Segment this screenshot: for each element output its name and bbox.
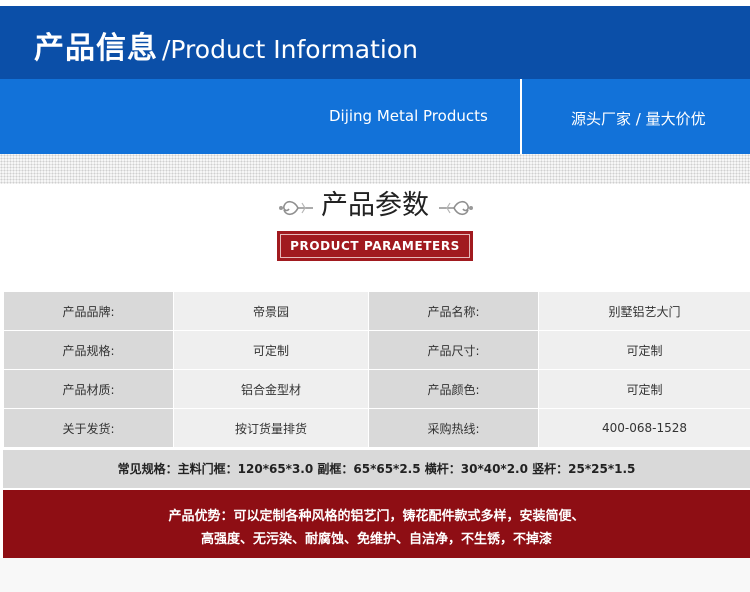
param-label: 产品品牌: (3, 291, 174, 331)
band-divider (520, 79, 522, 154)
factory-slogan: 源头厂家 / 量大价优 (571, 110, 706, 128)
section-title: 产品参数 (321, 190, 429, 221)
page-title-cn: 产品信息 (34, 31, 158, 66)
param-label: 产品尺寸: (368, 330, 539, 370)
advantage-banner: 产品优势：可以定制各种风格的铝艺门，铸花配件款式多样，安装简便、 高强度、无污染… (3, 490, 750, 558)
param-value: 可定制 (173, 330, 369, 370)
hotline-number: 400-068-1528 (538, 408, 750, 448)
section-badge: PRODUCT PARAMETERS (277, 231, 473, 261)
param-label: 关于发货: (3, 408, 174, 448)
params-table: 产品品牌: 帝景园 产品名称: 别墅铝艺大门 产品规格: 可定制 产品尺寸: 可… (3, 291, 750, 448)
param-label: 采购热线: (368, 408, 539, 448)
table-row: 产品材质: 铝合金型材 产品颜色: 可定制 (3, 369, 750, 409)
advantage-line-1: 产品优势：可以定制各种风格的铝艺门，铸花配件款式多样，安装简便、 (168, 509, 585, 524)
param-value: 按订货量排货 (173, 408, 369, 448)
table-row: 产品品牌: 帝景园 产品名称: 别墅铝艺大门 (3, 291, 750, 331)
footer-strip (0, 558, 750, 592)
advantage-line-2: 高强度、无污染、耐腐蚀、免维护、自洁净，不生锈，不掉漆 (200, 532, 552, 547)
param-label: 产品规格: (3, 330, 174, 370)
page-title-en: /Product Information (162, 35, 419, 64)
header-top-bar: 产品信息/Product Information (0, 6, 750, 79)
brand-tagline: Dijing Metal Products (329, 107, 488, 125)
param-label: 产品颜色: (368, 369, 539, 409)
dotted-pattern-strip (0, 154, 750, 184)
page-title: 产品信息/Product Information (34, 23, 418, 67)
table-row: 关于发货: 按订货量排货 采购热线: 400-068-1528 (3, 408, 750, 448)
param-label: 产品名称: (368, 291, 539, 331)
header-band: Dijing Metal Products 源头厂家 / 量大价优 (0, 79, 750, 154)
param-value: 铝合金型材 (173, 369, 369, 409)
param-value: 可定制 (538, 369, 750, 409)
common-specs: 常见规格：主料门框：120*65*3.0 副框：65*65*2.5 横杆：30*… (3, 450, 750, 488)
param-label: 产品材质: (3, 369, 174, 409)
floral-scroll-right-icon (439, 200, 473, 216)
param-value: 可定制 (538, 330, 750, 370)
param-value: 帝景园 (173, 291, 369, 331)
badge-label: PRODUCT PARAMETERS (290, 239, 460, 253)
table-row: 产品规格: 可定制 产品尺寸: 可定制 (3, 330, 750, 370)
param-value: 别墅铝艺大门 (538, 291, 750, 331)
